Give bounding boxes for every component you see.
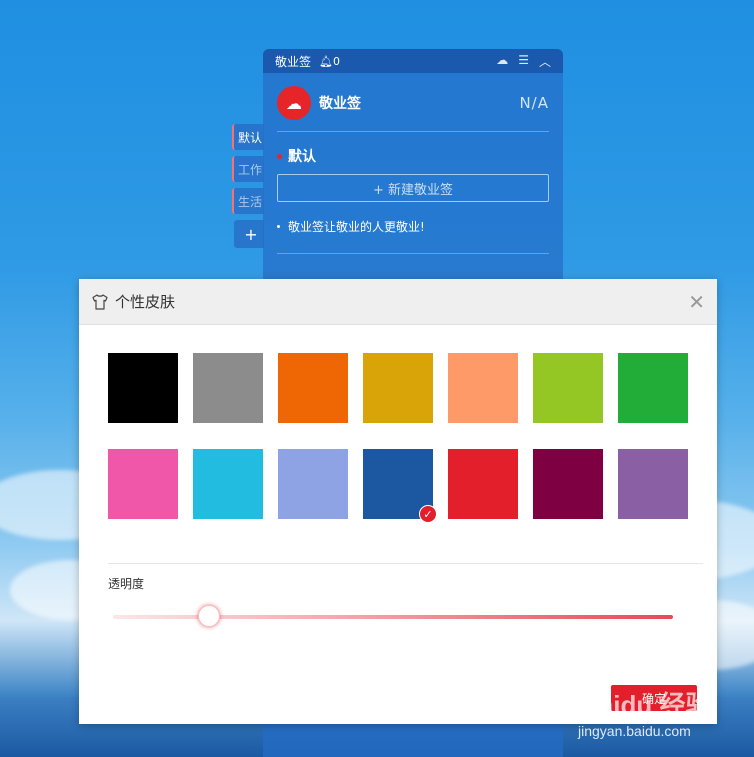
menu-icon[interactable]: ☰ [518, 53, 529, 70]
color-swatch[interactable]: ✓ [363, 449, 437, 523]
color-swatch[interactable] [363, 353, 433, 423]
category-label: 默认 [288, 149, 316, 165]
color-swatch[interactable] [278, 449, 348, 519]
color-swatch[interactable] [108, 449, 178, 519]
color-swatch[interactable] [193, 353, 263, 423]
brand-name: 敬业签 [319, 96, 361, 112]
shirt-icon [92, 293, 108, 310]
color-swatch[interactable] [533, 449, 603, 519]
note-header: ☁ 敬业签 N/A [263, 73, 563, 123]
divider [108, 563, 703, 564]
watermark-url: jingyan.baidu.com [578, 723, 691, 739]
note-text: 敬业签让敬业的人更敬业! [288, 220, 425, 234]
dialog-header: 个性皮肤 ✕ [79, 279, 717, 325]
color-swatch[interactable] [618, 353, 688, 423]
side-tab-work[interactable]: 工作 [232, 156, 264, 182]
opacity-label: 透明度 [108, 577, 145, 591]
side-tabs: 默认 工作 生活 + [232, 124, 264, 254]
color-swatch[interactable] [108, 353, 178, 423]
opacity-slider[interactable] [113, 605, 673, 627]
color-swatch[interactable] [278, 353, 348, 423]
color-swatch[interactable] [193, 449, 263, 519]
color-swatch[interactable] [618, 449, 688, 519]
color-swatch-grid: ✓ [108, 353, 688, 523]
side-tab-default[interactable]: 默认 [232, 124, 264, 150]
category-heading: 默认 [263, 140, 563, 172]
color-swatch[interactable] [533, 353, 603, 423]
bell-count: 0 [332, 54, 340, 68]
brand-logo-icon: ☁ [277, 86, 311, 120]
watermark-logo: Baidu 经验 [580, 690, 712, 720]
collapse-icon[interactable]: ︿ [539, 53, 551, 70]
note-titlebar[interactable]: 敬业签 🔔︎0 ☁ ☰ ︿ [263, 49, 563, 73]
dialog-title: 个性皮肤 [115, 293, 176, 311]
bullet [277, 225, 280, 228]
opacity-slider-handle[interactable] [198, 605, 221, 627]
color-swatch[interactable] [448, 353, 518, 423]
divider [277, 253, 549, 254]
divider [277, 131, 549, 132]
status-text: N/A [519, 94, 549, 112]
color-swatch[interactable] [448, 449, 518, 519]
bell-icon[interactable]: 🔔︎0 [319, 55, 340, 68]
close-icon[interactable]: ✕ [688, 290, 705, 314]
category-dot [277, 153, 282, 159]
selected-check-icon: ✓ [419, 505, 437, 523]
list-item[interactable]: 敬业签让敬业的人更敬业! [263, 204, 563, 243]
add-tab-button[interactable]: + [234, 220, 264, 248]
note-title: 敬业签 [275, 54, 312, 69]
side-tab-life[interactable]: 生活 [232, 188, 264, 214]
new-note-button[interactable]: + 新建敬业签 [277, 174, 549, 202]
skin-dialog: 个性皮肤 ✕ ✓ 透明度 确定 [79, 279, 717, 724]
cloud-sync-icon[interactable]: ☁ [496, 53, 508, 70]
